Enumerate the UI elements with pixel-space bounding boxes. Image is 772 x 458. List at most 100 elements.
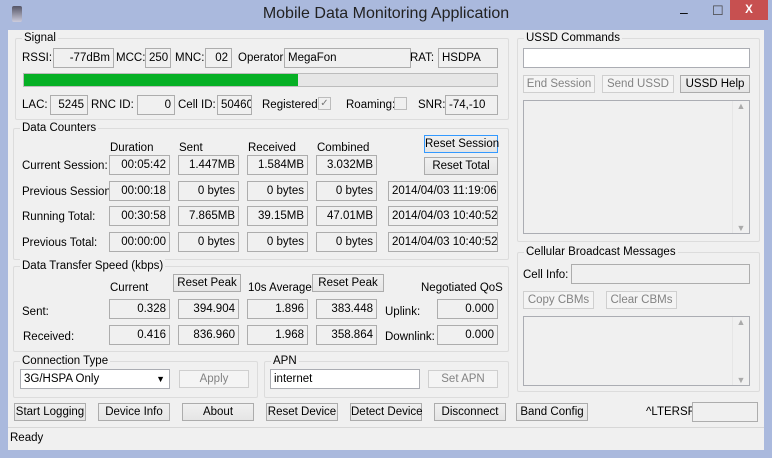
end-session-button[interactable]: End Session [523, 75, 595, 93]
ussd-output[interactable]: ▲ ▼ [523, 100, 750, 234]
start-logging-button[interactable]: Start Logging [14, 403, 86, 421]
downlink-value: 0.000 [437, 325, 498, 345]
about-button[interactable]: About [182, 403, 254, 421]
reset-total-button[interactable]: Reset Total [424, 157, 498, 175]
detect-device-button[interactable]: Detect Device [350, 403, 423, 421]
counter-cell: 00:00:18 [109, 181, 170, 201]
scroll-up-icon[interactable]: ▲ [733, 101, 749, 111]
window-title: Mobile Data Monitoring Application [262, 5, 510, 22]
cell-info-value [571, 264, 750, 284]
status-text: Ready [10, 432, 44, 444]
roaming-label: Roaming: [346, 99, 396, 111]
connection-type-select[interactable]: 3G/HSPA Only ▼ [20, 369, 170, 389]
counter-cell: 0 bytes [316, 181, 377, 201]
reset-session-button[interactable]: Reset Session [424, 135, 499, 153]
header-duration: Duration [110, 142, 154, 154]
copy-cbms-button[interactable]: Copy CBMs [523, 291, 594, 309]
send-ussd-button[interactable]: Send USSD [602, 75, 674, 93]
counter-date: 2014/04/03 10:40:52 [388, 232, 498, 252]
counter-cell: 47.01MB [316, 206, 377, 226]
group-label: Cellular Broadcast Messages [524, 245, 678, 259]
rnc-label: RNC ID: [91, 99, 134, 111]
apn-input[interactable]: internet [270, 369, 420, 389]
minimize-button[interactable]: – [680, 4, 688, 20]
group-label: USSD Commands [524, 31, 622, 45]
cell-id-label: Cell ID: [178, 99, 216, 111]
counter-row-label: Previous Total: [22, 237, 98, 249]
counter-cell: 00:05:42 [109, 155, 170, 175]
close-button[interactable]: X [730, 0, 768, 20]
device-info-button[interactable]: Device Info [98, 403, 170, 421]
group-label: Connection Type [20, 354, 111, 368]
reset-device-button[interactable]: Reset Device [266, 403, 338, 421]
mcc-value: 250 [145, 48, 171, 68]
speed-sent-cell: 394.904 [178, 299, 239, 319]
speed-sent-cell: 383.448 [316, 299, 377, 319]
snr-value: -74,-10 [445, 95, 498, 115]
scroll-down-icon[interactable]: ▼ [733, 223, 749, 233]
lac-value: 5245 [50, 95, 88, 115]
group-label: Signal [22, 31, 58, 45]
header-combined: Combined [317, 142, 370, 154]
group-label: APN [271, 354, 299, 368]
rat-value: HSDPA [438, 48, 498, 68]
maximize-button[interactable]: ☐ [712, 3, 724, 19]
signal-strength-bar [23, 73, 498, 87]
counter-cell: 00:30:58 [109, 206, 170, 226]
counter-cell: 00:00:00 [109, 232, 170, 252]
mnc-label: MNC: [175, 52, 205, 64]
counter-row-label: Running Total: [22, 211, 96, 223]
counter-cell: 0 bytes [178, 232, 239, 252]
ussd-help-button[interactable]: USSD Help [680, 75, 750, 93]
snr-label: SNR: [418, 99, 446, 111]
registered-label: Registered: [262, 99, 321, 111]
reset-peak-sent-button[interactable]: Reset Peak [173, 274, 241, 292]
cbm-output[interactable]: ▲ ▼ [523, 316, 750, 386]
received-label: Received: [23, 331, 75, 343]
apply-button[interactable]: Apply [179, 370, 249, 388]
band-config-button[interactable]: Band Config [516, 403, 588, 421]
speed-sent-cell: 0.328 [109, 299, 170, 319]
roaming-checkbox [394, 97, 407, 110]
cell-id-value: 50460 [217, 95, 252, 115]
chevron-down-icon: ▼ [156, 374, 165, 384]
uplink-label: Uplink: [385, 306, 421, 318]
ussd-input[interactable] [523, 48, 750, 68]
ltersrp-value [692, 402, 758, 422]
signal-strength-fill [24, 74, 299, 86]
counter-cell: 0 bytes [178, 181, 239, 201]
qos-header: Negotiated QoS [421, 282, 503, 294]
counter-cell: 39.15MB [247, 206, 308, 226]
counter-cell: 1.447MB [178, 155, 239, 175]
lac-label: LAC: [22, 99, 48, 111]
disconnect-button[interactable]: Disconnect [434, 403, 506, 421]
counter-cell: 3.032MB [316, 155, 377, 175]
sent-label: Sent: [22, 306, 49, 318]
speed-recv-cell: 836.960 [178, 325, 239, 345]
status-bar: Ready [8, 427, 764, 450]
counter-row-label: Previous Session: [22, 186, 115, 198]
scrollbar[interactable]: ▲ ▼ [732, 101, 749, 233]
current-header: Current [110, 282, 149, 294]
set-apn-button[interactable]: Set APN [428, 370, 498, 388]
speed-recv-cell: 358.864 [316, 325, 377, 345]
rat-label: RAT: [410, 52, 435, 64]
group-label: Data Counters [20, 121, 99, 135]
header-received: Received [248, 142, 296, 154]
speed-recv-cell: 1.968 [247, 325, 308, 345]
counter-cell: 0 bytes [316, 232, 377, 252]
mcc-label: MCC: [116, 52, 146, 64]
scroll-up-icon[interactable]: ▲ [733, 317, 749, 327]
operator-label: Operator: [238, 52, 287, 64]
registered-checkbox: ✓ [318, 97, 331, 110]
rssi-value: -77dBm [53, 48, 114, 68]
operator-value: MegaFon [284, 48, 411, 68]
speed-sent-cell: 1.896 [247, 299, 308, 319]
header-sent: Sent [179, 142, 203, 154]
reset-peak-average-button[interactable]: Reset Peak [312, 274, 384, 292]
average-header: 10s Average [248, 282, 312, 294]
scrollbar[interactable]: ▲ ▼ [732, 317, 749, 385]
clear-cbms-button[interactable]: Clear CBMs [606, 291, 677, 309]
counter-cell: 0 bytes [247, 232, 308, 252]
scroll-down-icon[interactable]: ▼ [733, 375, 749, 385]
